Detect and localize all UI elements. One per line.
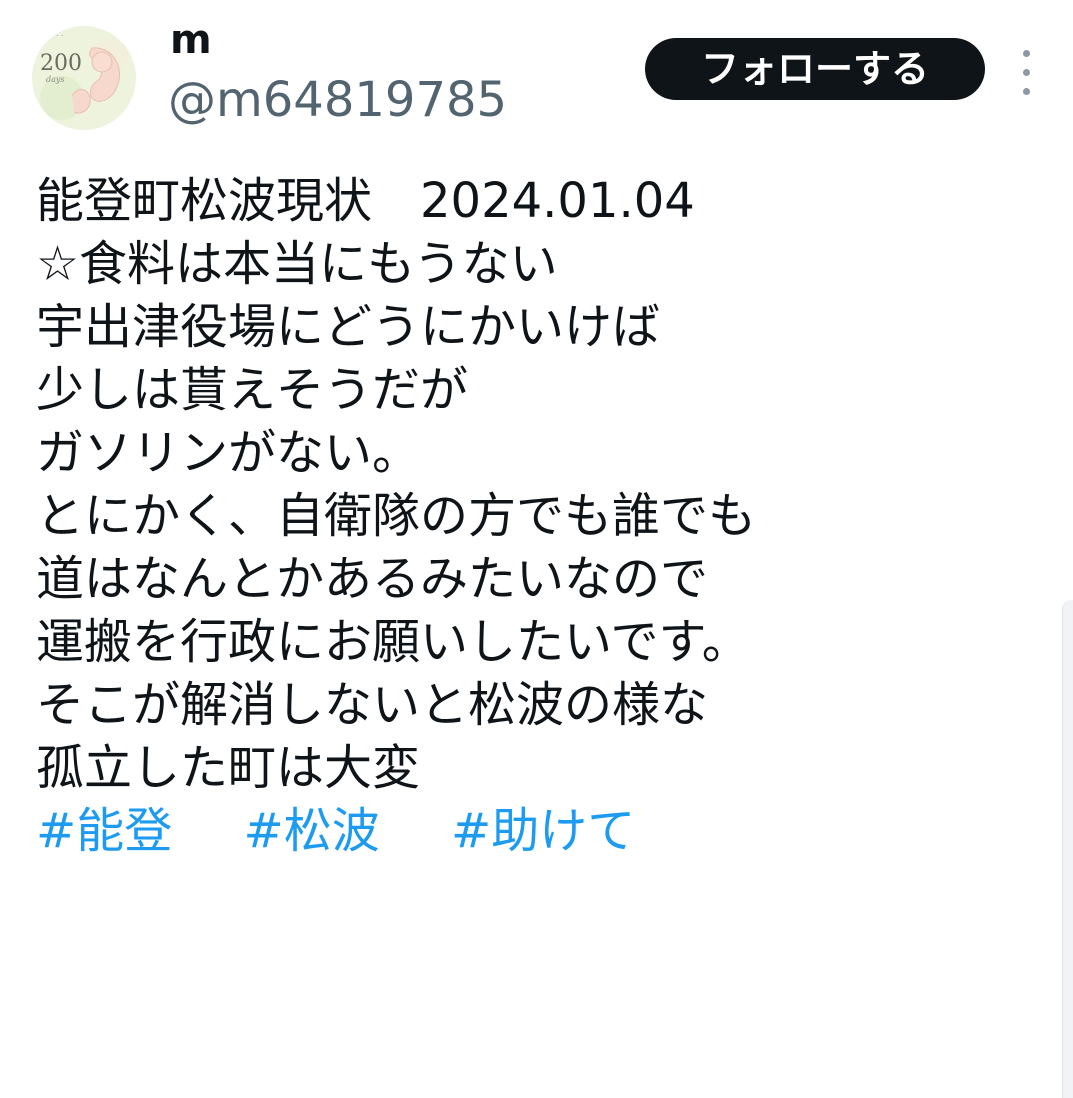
tweet-text: 能登町松波現状 2024.01.04 ☆食料は本当にもうない 宇出津役場にどうに…: [36, 170, 1046, 863]
tweet-card: ･ ･ ･ ･ ･ 200 days m @m64819785 フォローする 能…: [0, 0, 1073, 1098]
tweet-line: 道はなんとかあるみたいなので: [36, 551, 709, 607]
tweet-line: 孤立した町は大変: [36, 740, 421, 796]
tweet-line: そこが解消しないと松波の様な: [36, 677, 709, 733]
scroll-edge: [1062, 600, 1073, 1098]
tweet-line: ガソリンがない。: [36, 425, 421, 481]
tweet-line: 能登町松波現状 2024.01.04: [36, 173, 695, 229]
hashtag-link[interactable]: #助けて: [451, 803, 635, 859]
tweet-line: とにかく、自衛隊の方でも誰でも: [36, 488, 757, 544]
display-name[interactable]: m: [170, 14, 212, 66]
user-handle[interactable]: @m64819785: [168, 70, 507, 130]
tweet-line: ☆食料は本当にもうない: [36, 236, 558, 292]
more-vertical-icon[interactable]: [1013, 44, 1041, 100]
tweet-line: 運搬を行政にお願いしたいです。: [36, 614, 750, 670]
avatar-days-number: 200: [40, 51, 82, 76]
follow-button[interactable]: フォローする: [645, 38, 985, 100]
avatar[interactable]: ･ ･ ･ ･ ･ 200 days: [32, 26, 136, 130]
baby-avatar-icon: ･ ･ ･ ･ ･ 200 days: [32, 26, 136, 130]
hashtag-link[interactable]: #能登: [36, 803, 172, 859]
hashtag-list: #能登 #松波 #助けて: [36, 800, 1046, 863]
avatar-days-label: days: [46, 75, 65, 84]
tweet-line: 少しは貰えそうだが: [36, 362, 469, 418]
hashtag-link[interactable]: #松波: [244, 803, 380, 859]
svg-text:･ ･ ･ ･ ･: ･ ･ ･ ･ ･: [41, 33, 64, 40]
tweet-line: 宇出津役場にどうにかいけば: [36, 299, 661, 355]
